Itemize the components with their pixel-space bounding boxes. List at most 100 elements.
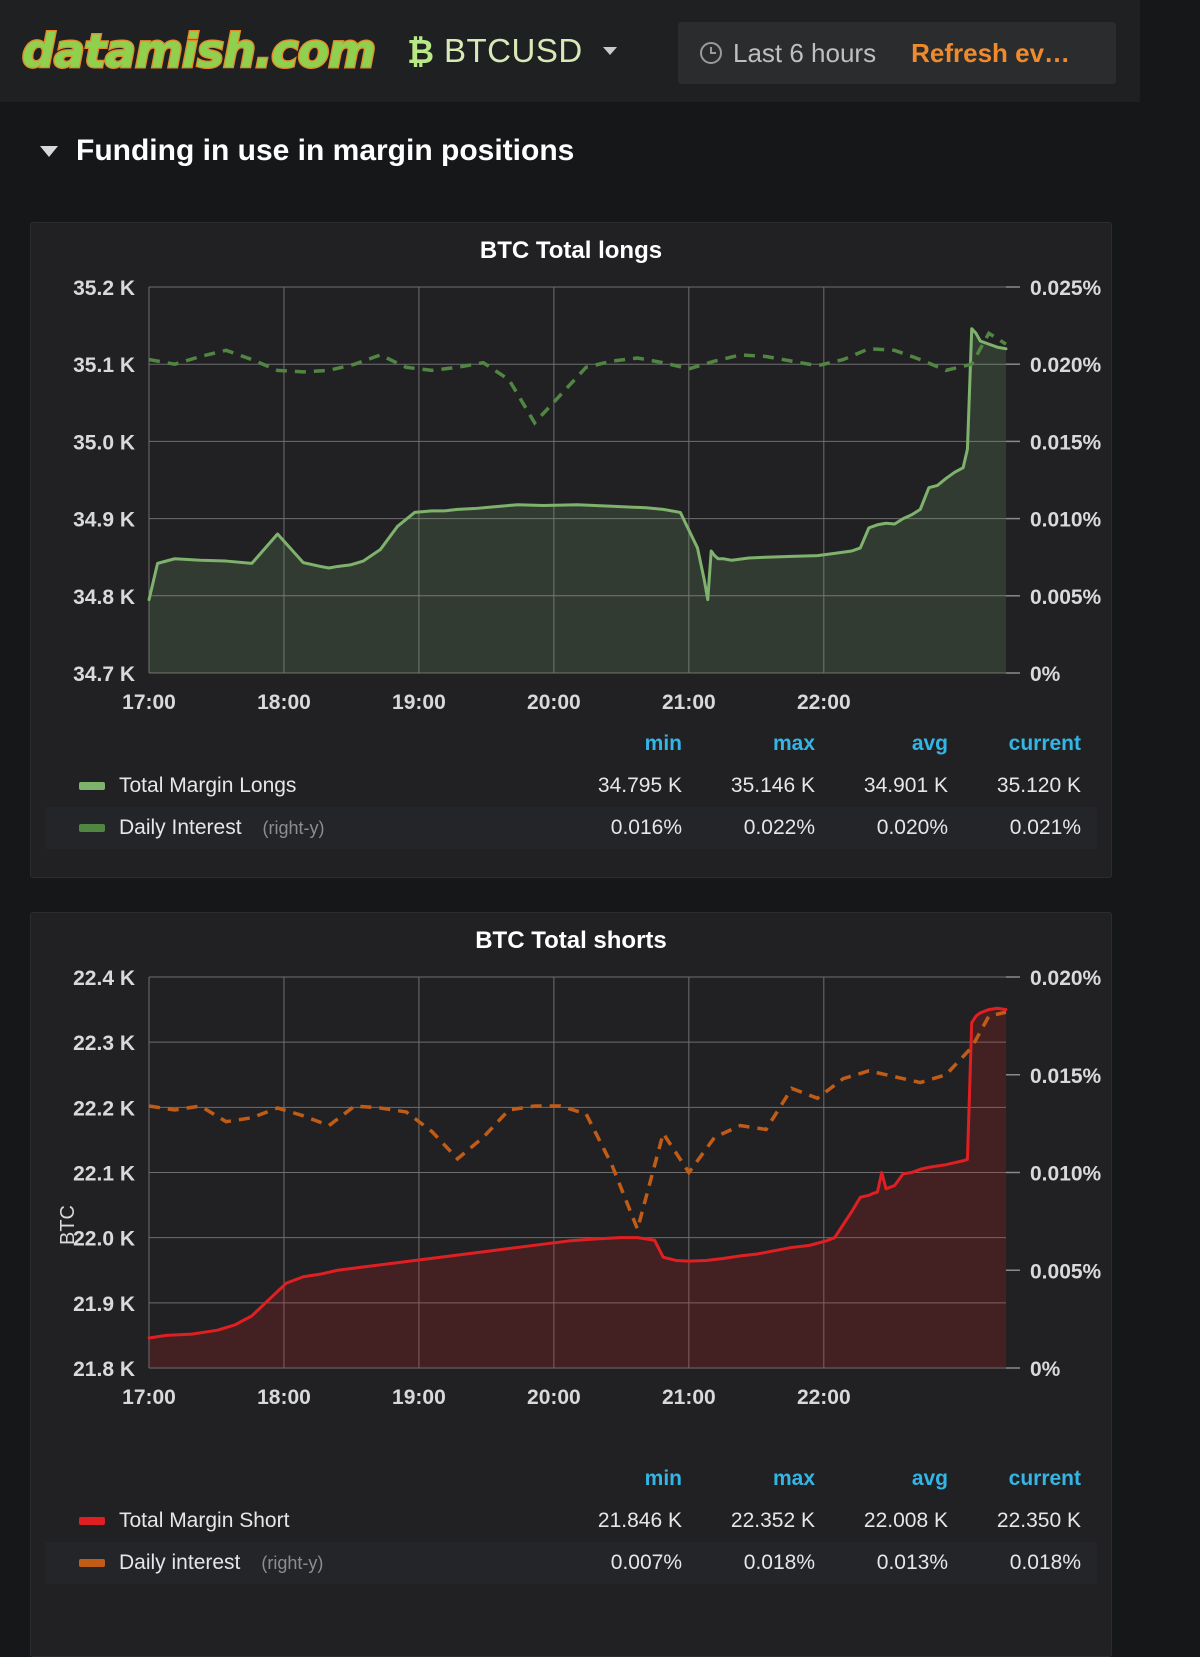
legend-series-name: Total Margin Short: [119, 1509, 290, 1532]
svg-text:0.010%: 0.010%: [1030, 1163, 1102, 1186]
legend-value-max: 22.352 K: [730, 1509, 815, 1532]
legend-value-avg: 34.901 K: [863, 774, 948, 797]
svg-text:18:00: 18:00: [257, 691, 311, 714]
panel-title: BTC Total longs: [479, 237, 663, 264]
symbol-label: BTCUSD: [444, 32, 583, 69]
legend-longs: min max avg current Total Margin Longs 3…: [31, 723, 1111, 849]
legend-row[interactable]: Total Margin Short 21.846 K 22.352 K 22.…: [45, 1500, 1097, 1542]
svg-text:22:00: 22:00: [797, 1386, 851, 1409]
y-axis-label: BTC: [57, 1205, 79, 1245]
svg-text:20:00: 20:00: [527, 1386, 581, 1409]
svg-text:34.9 K: 34.9 K: [73, 509, 135, 532]
svg-text:34.7 K: 34.7 K: [73, 663, 135, 686]
legend-color-swatch: [79, 782, 105, 790]
svg-text:17:00: 17:00: [122, 691, 176, 714]
panel-btc-total-shorts: BTC Total shorts 21.8 K 21.9 K 22.0 K 22.1 …: [30, 912, 1112, 1657]
site-logo[interactable]: datamish.com: [20, 27, 377, 76]
legend-value-avg: 0.013%: [876, 1551, 948, 1574]
svg-text:34.8 K: 34.8 K: [73, 586, 135, 609]
plot-area-longs[interactable]: 34.7 K 34.8 K 34.9 K 35.0 K 35.1 K 35.2 K 0% 0.…: [31, 265, 1111, 735]
svg-text:35.0 K: 35.0 K: [73, 431, 135, 454]
legend-header-row: min max avg current: [45, 723, 1097, 765]
svg-text:22.4 K: 22.4 K: [73, 967, 135, 990]
legend-header-min: min: [644, 1467, 682, 1490]
legend-value-current: 35.120 K: [996, 774, 1081, 797]
svg-text:35.1 K: 35.1 K: [73, 354, 135, 377]
panel-btc-total-longs: BTC Total longs 34.7 K 34.8 K 34.9 K 35.0 K…: [30, 222, 1112, 878]
svg-text:19:00: 19:00: [392, 1386, 446, 1409]
svg-text:0.005%: 0.005%: [1030, 586, 1102, 609]
svg-text:0.010%: 0.010%: [1030, 509, 1102, 532]
legend-value-max: 35.146 K: [730, 774, 815, 797]
legend-header-max: max: [772, 732, 815, 755]
legend-value-min: 21.846 K: [597, 1509, 682, 1532]
legend-row[interactable]: Daily Interest (right-y) 0.016% 0.022% 0…: [45, 807, 1097, 849]
time-range-picker[interactable]: Last 6 hours Refresh ev…: [678, 22, 1116, 84]
svg-text:19:00: 19:00: [392, 691, 446, 714]
svg-text:0.020%: 0.020%: [1030, 967, 1102, 990]
legend-header-row: min max avg current: [45, 1458, 1097, 1500]
svg-text:21:00: 21:00: [662, 1386, 716, 1409]
symbol-selector[interactable]: ₿ BTCUSD: [407, 32, 617, 70]
legend-series-name: Daily interest: [119, 1551, 241, 1574]
chevron-down-icon[interactable]: [40, 145, 58, 157]
svg-text:0.015%: 0.015%: [1030, 1065, 1102, 1088]
legend-value-current: 0.021%: [1009, 816, 1081, 839]
legend-color-swatch: [79, 1517, 105, 1525]
clock-icon: [700, 42, 722, 64]
svg-text:0.020%: 0.020%: [1030, 354, 1102, 377]
legend-color-swatch: [79, 1559, 105, 1567]
legend-header-current: current: [1008, 1467, 1081, 1490]
svg-text:20:00: 20:00: [527, 691, 581, 714]
legend-row[interactable]: Total Margin Longs 34.795 K 35.146 K 34.…: [45, 765, 1097, 807]
svg-text:21.9 K: 21.9 K: [73, 1293, 135, 1316]
svg-text:22.0 K: 22.0 K: [73, 1228, 135, 1251]
legend-series-axis-note: (right-y): [262, 817, 325, 838]
legend-series[interactable]: Daily Interest (right-y): [45, 816, 565, 840]
legend-value-avg: 0.020%: [876, 816, 948, 839]
svg-text:22.1 K: 22.1 K: [73, 1163, 135, 1186]
legend-value-current: 0.018%: [1009, 1551, 1081, 1574]
svg-text:0.025%: 0.025%: [1030, 277, 1102, 300]
legend-series-name: Daily Interest: [119, 816, 242, 839]
legend-header-avg: avg: [911, 1467, 948, 1490]
chevron-down-icon[interactable]: [602, 47, 617, 55]
svg-text:17:00: 17:00: [122, 1386, 176, 1409]
legend-row[interactable]: Daily interest (right-y) 0.007% 0.018% 0…: [45, 1542, 1097, 1584]
legend-header-min: min: [644, 732, 682, 755]
legend-series[interactable]: Total Margin Longs: [45, 774, 565, 798]
legend-value-min: 34.795 K: [597, 774, 682, 797]
svg-text:22.2 K: 22.2 K: [73, 1097, 135, 1120]
svg-text:0.015%: 0.015%: [1030, 431, 1102, 454]
refresh-interval-label[interactable]: Refresh ev…: [911, 38, 1070, 69]
svg-text:22:00: 22:00: [797, 691, 851, 714]
row-header[interactable]: Funding in use in margin positions: [40, 134, 574, 168]
legend-series[interactable]: Total Margin Short: [45, 1509, 565, 1533]
time-range-label: Last 6 hours: [733, 37, 877, 68]
legend-value-current: 22.350 K: [996, 1509, 1081, 1532]
svg-text:35.2 K: 35.2 K: [73, 277, 135, 300]
legend-series-axis-note: (right-y): [261, 1552, 324, 1573]
chart-svg-shorts: 21.8 K 21.9 K 22.0 K 22.1 K 22.2 K 22.3 K 22.4…: [73, 967, 1102, 1409]
svg-text:21.8 K: 21.8 K: [73, 1358, 135, 1381]
legend-value-avg: 22.008 K: [863, 1509, 948, 1532]
legend-series[interactable]: Daily interest (right-y): [45, 1551, 565, 1575]
legend-shorts: min max avg current Total Margin Short 2…: [31, 1458, 1111, 1584]
svg-text:21:00: 21:00: [662, 691, 716, 714]
svg-text:0%: 0%: [1030, 663, 1061, 686]
svg-text:18:00: 18:00: [257, 1386, 311, 1409]
svg-text:0%: 0%: [1030, 1358, 1061, 1381]
legend-value-max: 0.022%: [743, 816, 815, 839]
legend-header-avg: avg: [911, 732, 948, 755]
legend-header-current: current: [1008, 732, 1081, 755]
bitcoin-icon: ₿: [407, 31, 435, 71]
legend-color-swatch: [79, 824, 105, 832]
legend-value-min: 0.007%: [610, 1551, 682, 1574]
chart-svg-longs: 34.7 K 34.8 K 34.9 K 35.0 K 35.1 K 35.2 K 0% 0.…: [73, 277, 1102, 714]
plot-area-shorts[interactable]: 21.8 K 21.9 K 22.0 K 22.1 K 22.2 K 22.3 K 22.4…: [31, 955, 1111, 1430]
panel-title: BTC Total shorts: [475, 927, 667, 954]
legend-value-min: 0.016%: [610, 816, 682, 839]
legend-series-name: Total Margin Longs: [119, 774, 297, 797]
legend-value-max: 0.018%: [743, 1551, 815, 1574]
svg-text:22.3 K: 22.3 K: [73, 1032, 135, 1055]
